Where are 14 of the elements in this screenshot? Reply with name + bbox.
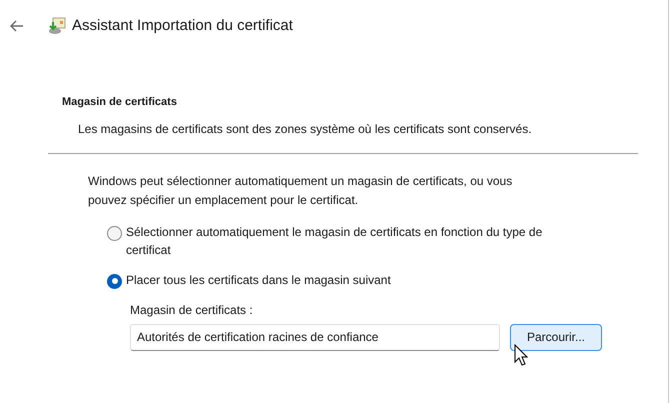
store-label: Magasin de certificats : (130, 302, 254, 318)
intro-text: Windows peut sélectionner automatiquement un magasin de certificats, ou vous pouvez spécifier un emplacement pour le certificat. (88, 172, 514, 208)
radio-button[interactable] (107, 226, 122, 240)
store-field[interactable]: Autorités de certification racines de confiance (130, 324, 500, 350)
back-arrow-icon[interactable] (10, 20, 24, 32)
section-title: Magasin de certificats (62, 95, 178, 110)
mouse-cursor-icon (514, 344, 528, 366)
radio-label[interactable]: Placer tous les certificats dans le magasin suivant (126, 270, 586, 288)
window-title: Assistant Importation du certificat (72, 16, 293, 36)
browse-button[interactable]: Parcourir... (510, 324, 602, 350)
certificate-icon (48, 17, 66, 35)
radio-button[interactable] (107, 274, 122, 288)
section-description: Les magasins de certificats sont des zones système où les certificats sont conservés. (77, 120, 533, 138)
radio-label[interactable]: Sélectionner automatiquement le magasin de certificats en fonction du type de certificat (126, 222, 586, 258)
